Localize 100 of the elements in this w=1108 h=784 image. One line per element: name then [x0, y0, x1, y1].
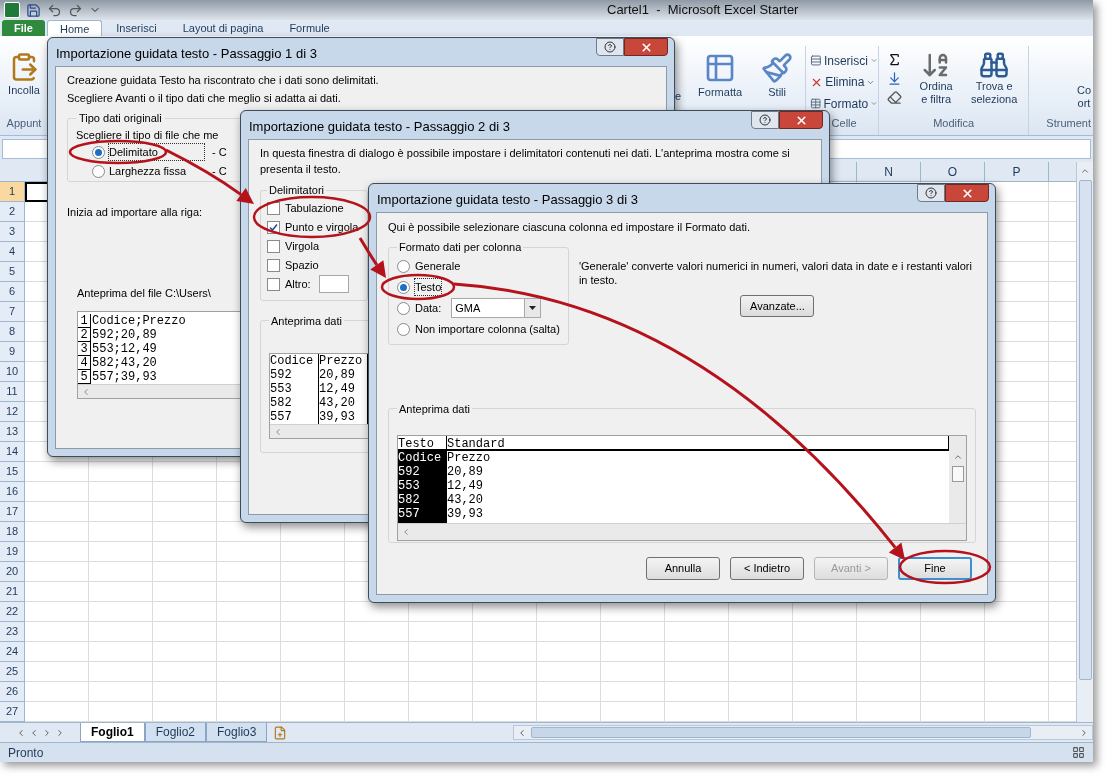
undo-icon[interactable]	[47, 2, 62, 18]
new-sheet-icon[interactable]	[273, 725, 288, 740]
cells-command[interactable]: Elimina	[810, 71, 879, 93]
dialog-button[interactable]: < Indietro	[730, 556, 804, 580]
row-header[interactable]: 16	[0, 482, 25, 502]
sheet-tab[interactable]: Foglio2	[144, 723, 207, 742]
column-header[interactable]: P	[985, 162, 1049, 181]
find-select-button[interactable]: Trova e seleziona	[964, 50, 1025, 106]
radio-label[interactable]: Testo	[415, 278, 442, 296]
row-header[interactable]: 22	[0, 602, 25, 622]
radio-label[interactable]: Delimitato	[109, 143, 204, 161]
row-header[interactable]: 13	[0, 422, 25, 442]
row-header[interactable]: 6	[0, 282, 25, 302]
row-header[interactable]: 23	[0, 622, 25, 642]
scroll-left-icon[interactable]	[517, 727, 527, 738]
radio-button[interactable]	[397, 259, 410, 273]
checkbox[interactable]	[267, 258, 280, 272]
column-header[interactable]: Testo	[398, 436, 447, 449]
column-header[interactable]: O	[921, 162, 985, 181]
row-header[interactable]: 1	[0, 182, 25, 202]
ribbon-tab[interactable]: Layout di pagina	[170, 20, 276, 36]
dialog-button[interactable]: Annulla	[646, 556, 720, 580]
dialog-button[interactable]: Fine	[898, 556, 972, 580]
row-header[interactable]: 26	[0, 682, 25, 702]
row-header[interactable]: 2	[0, 202, 25, 222]
help-button[interactable]	[917, 184, 945, 202]
radio-button[interactable]	[92, 145, 105, 159]
row-header[interactable]: 11	[0, 382, 25, 402]
checkbox-label[interactable]: Altro:	[285, 275, 311, 293]
scroll-right-icon[interactable]	[1079, 727, 1089, 738]
radio-label[interactable]: Non importare colonna (salta)	[415, 320, 560, 338]
sort-filter-button[interactable]: Ordina e filtra	[908, 50, 965, 106]
radio-label[interactable]: Larghezza fissa	[109, 162, 204, 180]
ribbon-tab[interactable]: Formule	[277, 20, 342, 36]
row-header[interactable]: 25	[0, 662, 25, 682]
radio-button[interactable]	[397, 301, 410, 315]
eraser-icon[interactable]	[887, 90, 903, 105]
row-header[interactable]: 5	[0, 262, 25, 282]
row-header[interactable]: 27	[0, 702, 25, 722]
checkbox-label[interactable]: Spazio	[285, 256, 319, 274]
radio-button[interactable]	[92, 164, 105, 178]
checkbox-label[interactable]: Virgola	[285, 237, 320, 255]
close-button[interactable]	[945, 184, 989, 202]
row-header[interactable]: 8	[0, 322, 25, 342]
radio-label[interactable]: Generale	[415, 257, 461, 275]
horizontal-scrollbar[interactable]	[513, 725, 1093, 740]
paste-button[interactable]: Incolla	[8, 52, 40, 99]
radio-label[interactable]: Data:	[415, 299, 442, 317]
save-icon[interactable]	[26, 2, 41, 18]
tools-button[interactable]: Co ort	[1076, 84, 1091, 110]
close-button[interactable]	[624, 38, 668, 56]
cells-command[interactable]: Inserisci	[810, 50, 879, 72]
scroll-left-icon[interactable]	[401, 527, 411, 537]
close-button[interactable]	[779, 111, 823, 129]
row-header[interactable]: 7	[0, 302, 25, 322]
checkbox[interactable]	[267, 277, 280, 291]
scroll-left-icon[interactable]	[81, 386, 91, 397]
styles-button[interactable]: Stili	[755, 46, 800, 135]
normal-view-icon[interactable]	[1072, 746, 1085, 759]
radio-button[interactable]	[397, 322, 410, 336]
help-button[interactable]	[596, 38, 624, 56]
row-header[interactable]: 20	[0, 562, 25, 582]
radio-button[interactable]	[397, 280, 410, 294]
row-header[interactable]: 21	[0, 582, 25, 602]
row-header[interactable]: 19	[0, 542, 25, 562]
cells-command[interactable]: Formato	[810, 93, 879, 115]
scroll-up-icon[interactable]	[952, 452, 963, 462]
row-header[interactable]: 18	[0, 522, 25, 542]
row-header[interactable]: 24	[0, 642, 25, 662]
row-header[interactable]: 12	[0, 402, 25, 422]
preview-column[interactable]: Codice 592 553 582 557	[398, 451, 447, 523]
row-header[interactable]: 4	[0, 242, 25, 262]
scroll-thumb[interactable]	[1078, 180, 1092, 680]
row-header[interactable]: 17	[0, 502, 25, 522]
row-header[interactable]: 15	[0, 462, 25, 482]
row-header[interactable]: 10	[0, 362, 25, 382]
vertical-scrollbar[interactable]	[1076, 162, 1093, 722]
other-input[interactable]	[318, 275, 349, 293]
checkbox-label[interactable]: Tabulazione	[285, 199, 344, 217]
advanced-button[interactable]: Avanzate...	[740, 295, 815, 317]
help-button[interactable]	[751, 111, 779, 129]
scroll-thumb[interactable]	[531, 727, 1031, 738]
format-table-button[interactable]: Formatta	[695, 46, 746, 135]
ribbon-tab[interactable]: Home	[46, 20, 103, 36]
scroll-left-icon[interactable]	[273, 426, 283, 437]
checkbox[interactable]	[267, 239, 280, 253]
sheet-tab[interactable]: Foglio3	[206, 723, 268, 742]
vertical-scrollbar[interactable]	[949, 436, 966, 523]
ribbon-tab[interactable]: Inserisci	[104, 20, 169, 36]
column-header[interactable]: N	[857, 162, 921, 181]
scroll-thumb[interactable]	[951, 466, 964, 482]
redo-icon[interactable]	[68, 2, 83, 18]
sheet-tab[interactable]: Foglio1	[80, 723, 145, 742]
row-header[interactable]: 9	[0, 342, 25, 362]
scroll-up-icon[interactable]	[1080, 166, 1090, 176]
horizontal-scrollbar[interactable]	[398, 523, 966, 540]
row-header[interactable]: 14	[0, 442, 25, 462]
ribbon-tab[interactable]: File	[2, 20, 45, 36]
row-header[interactable]: 3	[0, 222, 25, 242]
date-format-dropdown[interactable]: GMA	[451, 298, 542, 318]
